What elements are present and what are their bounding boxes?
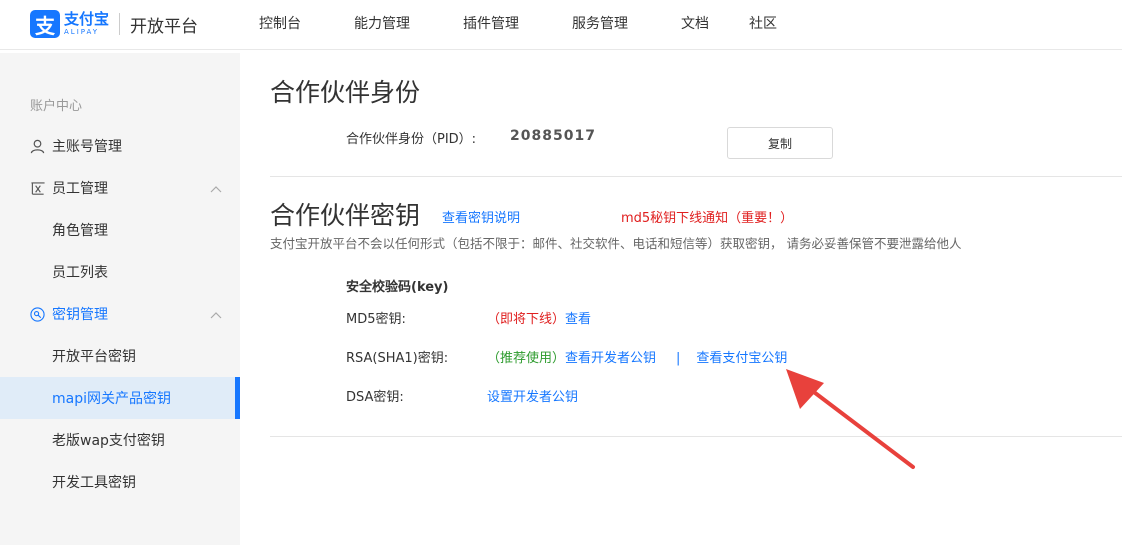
- sidebar-item-label: 老版wap支付密钥: [52, 433, 165, 449]
- sidebar-item-label: 员工管理: [52, 181, 108, 197]
- sidebar-item-label: 角色管理: [52, 223, 108, 239]
- md5-view-link[interactable]: 查看: [565, 312, 591, 327]
- sidebar-item-label: 开放平台密钥: [52, 349, 136, 365]
- rsa-label: RSA(SHA1)密钥:: [346, 351, 449, 366]
- sidebar: 账户中心 主账号管理 员工管理 角色管理 员工列表 密钥管理 开放平台密钥 ma…: [0, 53, 240, 545]
- top-header: 支 支付宝 ALIPAY 开放平台 控制台 能力管理 插件管理 服务管理 文档 …: [0, 0, 1122, 50]
- sidebar-item-staff[interactable]: 员工管理: [0, 167, 240, 209]
- sidebar-item-label: 密钥管理: [52, 307, 108, 323]
- section-divider: [270, 436, 1122, 437]
- dsa-label: DSA密钥:: [346, 390, 404, 405]
- partner-identity-title: 合作伙伴身份: [270, 78, 421, 107]
- pid-value: 20885017: [510, 128, 596, 144]
- logo-subtitle: 开放平台: [130, 16, 199, 37]
- top-nav: 控制台 能力管理 插件管理 服务管理 文档 社区: [259, 0, 830, 46]
- alipay-logo-icon: 支: [30, 10, 60, 38]
- sidebar-item-open-key[interactable]: 开放平台密钥: [0, 335, 240, 377]
- sidebar-item-label: 主账号管理: [52, 139, 122, 155]
- chevron-up-icon: [210, 307, 222, 323]
- md5-value: （即将下线）查看: [487, 308, 591, 327]
- sidebar-item-label: 开发工具密钥: [52, 475, 136, 491]
- view-alipay-public-key-link[interactable]: 查看支付宝公钥: [696, 351, 787, 366]
- nav-service[interactable]: 服务管理: [572, 13, 628, 33]
- alipay-logo[interactable]: 支 支付宝 ALIPAY 开放平台: [30, 10, 198, 38]
- user-icon: [30, 139, 52, 154]
- nav-plugin[interactable]: 插件管理: [463, 13, 519, 33]
- md5-label: MD5密钥:: [346, 312, 406, 327]
- pid-label: 合作伙伴身份（PID）:: [346, 132, 477, 147]
- copy-button[interactable]: 复制: [727, 127, 833, 159]
- sidebar-item-key-mgmt[interactable]: 密钥管理: [0, 293, 240, 335]
- sidebar-item-wap-key[interactable]: 老版wap支付密钥: [0, 419, 240, 461]
- key-help-link[interactable]: 查看密钥说明: [442, 207, 520, 226]
- rsa-link-separator: |: [676, 351, 681, 366]
- set-developer-public-key-link[interactable]: 设置开发者公钥: [487, 390, 578, 405]
- nav-docs[interactable]: 文档: [681, 13, 709, 33]
- view-developer-public-key-link[interactable]: 查看开发者公钥: [565, 351, 656, 366]
- partner-key-title: 合作伙伴密钥: [270, 201, 421, 230]
- sidebar-item-main-account[interactable]: 主账号管理: [0, 125, 240, 167]
- sidebar-item-label: 员工列表: [52, 265, 108, 281]
- chevron-up-icon: [210, 181, 222, 197]
- md5-status: （即将下线）: [487, 312, 566, 327]
- staff-icon: [30, 181, 52, 196]
- nav-console[interactable]: 控制台: [259, 13, 301, 33]
- security-description: 支付宝开放平台不会以任何形式（包括不限于：邮件、社交软件、电话和短信等）获取密钥…: [270, 236, 962, 251]
- red-arrow-annotation-icon: [786, 369, 915, 469]
- sidebar-section-label: 账户中心: [30, 99, 83, 114]
- nav-capability[interactable]: 能力管理: [354, 13, 410, 33]
- nav-community[interactable]: 社区: [749, 13, 777, 33]
- security-key-section-title: 安全校验码(key): [346, 280, 449, 295]
- sidebar-item-mapi-key[interactable]: mapi网关产品密钥: [0, 377, 240, 419]
- logo-divider: [119, 13, 121, 35]
- md5-offline-notice-link[interactable]: md5秘钥下线通知（重要！）: [621, 207, 793, 226]
- section-divider: [270, 176, 1122, 177]
- dsa-value: 设置开发者公钥: [487, 386, 578, 405]
- rsa-value: （推荐使用）查看开发者公钥 | 查看支付宝公钥: [487, 347, 787, 366]
- logo-cn-text: 支付宝: [64, 10, 110, 28]
- sidebar-item-staff-list[interactable]: 员工列表: [0, 251, 240, 293]
- rsa-status: （推荐使用）: [487, 351, 566, 366]
- sidebar-item-role[interactable]: 角色管理: [0, 209, 240, 251]
- sidebar-item-dev-tool-key[interactable]: 开发工具密钥: [0, 461, 240, 503]
- logo-en-text: ALIPAY: [64, 28, 100, 36]
- sidebar-item-label: mapi网关产品密钥: [52, 391, 171, 407]
- key-mgmt-icon: [30, 306, 52, 322]
- main-content: 合作伙伴身份 合作伙伴身份（PID）: 20885017 复制 合作伙伴密钥 查…: [240, 53, 1122, 545]
